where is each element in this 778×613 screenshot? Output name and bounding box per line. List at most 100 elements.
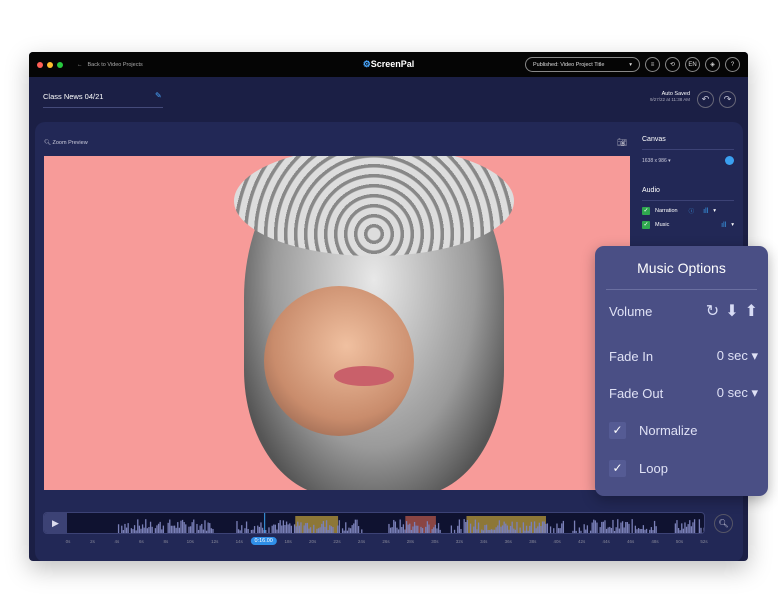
music-checkbox[interactable]: ✓: [642, 221, 650, 229]
waveform-bar: [204, 520, 206, 533]
waveform-bar: [492, 529, 494, 533]
help-button[interactable]: ?: [725, 57, 740, 72]
waveform-bar: [178, 527, 181, 533]
zoom-preview-button[interactable]: 🔍︎ Zoom Preview: [44, 140, 88, 146]
save-status: Auto Saved 9/27/22 at 11:38 AM: [650, 91, 690, 102]
reset-icon[interactable]: ↻: [706, 301, 719, 321]
waveform-bar: [433, 527, 435, 533]
project-title-input[interactable]: Class News 04/21: [43, 92, 163, 108]
volume-down-icon[interactable]: ⬇: [725, 301, 738, 321]
timeline-zoom-button[interactable]: 🔍︎: [714, 514, 733, 533]
normalize-checkbox[interactable]: ✓: [609, 422, 626, 439]
caret-down-icon[interactable]: ▾: [713, 208, 716, 214]
waveform-bar: [297, 521, 299, 533]
waveform-bar: [250, 529, 253, 533]
waveform-bar: [293, 524, 296, 533]
waveform-bar: [634, 525, 637, 533]
play-button[interactable]: ▶: [44, 513, 67, 533]
logo-icon: ⚙: [362, 59, 371, 69]
captions-button[interactable]: ≡: [645, 57, 660, 72]
waveform-bar: [605, 528, 608, 533]
tick-label: 44s: [602, 539, 610, 544]
waveform-bar: [125, 527, 128, 533]
history-button[interactable]: ⟲: [665, 57, 680, 72]
waveform-bar: [538, 522, 541, 533]
undo-button[interactable]: ↶: [697, 91, 714, 108]
top-bar: ← Back to Video Projects ⚙ScreenPal Publi…: [29, 52, 748, 77]
waveform-bar: [138, 525, 141, 533]
waveform-bar: [457, 525, 459, 533]
publish-select[interactable]: Published: Video Project Title ▾: [525, 57, 640, 72]
canvas-color-swatch[interactable]: [725, 156, 734, 165]
tick-label: 26s: [382, 539, 390, 544]
waveform-bar: [143, 527, 145, 533]
language-button[interactable]: EN: [685, 57, 700, 72]
waveform-bar: [133, 525, 136, 533]
waveform-bar: [156, 525, 158, 533]
waveform-bar: [412, 526, 414, 533]
narration-checkbox[interactable]: ✓: [642, 207, 650, 215]
tick-label: 34s: [480, 539, 488, 544]
waveform-bar: [505, 523, 507, 533]
tick-label: 4s: [114, 539, 120, 544]
maximize-window-button[interactable]: [57, 61, 63, 68]
fade-in-select[interactable]: 0 sec ▾: [717, 348, 758, 364]
close-window-button[interactable]: [37, 61, 43, 68]
waveform-bar: [361, 529, 363, 533]
waveform-bar: [463, 519, 465, 533]
info-icon[interactable]: ⓘ: [689, 207, 695, 215]
waveform-bar: [127, 523, 129, 533]
waveform-bar: [353, 523, 355, 533]
waveform-bar: [644, 529, 646, 533]
back-link[interactable]: ← Back to Video Projects: [77, 62, 143, 68]
redo-button[interactable]: ↷: [719, 91, 736, 108]
volume-up-icon[interactable]: ⬆: [745, 301, 758, 321]
zoom-preview-label: Zoom Preview: [52, 140, 88, 146]
waveform-bar: [437, 523, 440, 533]
waveform-bar: [397, 529, 400, 533]
waveform-bar: [149, 521, 152, 533]
waveform-bar: [458, 519, 461, 533]
current-time-badge[interactable]: 0:16.00: [250, 537, 277, 545]
waveform-bar: [260, 522, 262, 533]
volume-bars-icon[interactable]: ıll: [721, 222, 726, 229]
video-preview[interactable]: [44, 156, 630, 490]
waveform-bar: [649, 529, 651, 533]
waveform-bar: [434, 524, 437, 533]
audio-track-narration: ✓ Narration ⓘ ıll ▾: [642, 207, 734, 215]
timeline-track[interactable]: ▶: [43, 512, 705, 534]
fade-in-value: 0 sec: [716, 348, 748, 363]
waveform-bar: [167, 522, 169, 533]
volume-bars-icon[interactable]: ıll: [703, 208, 708, 215]
waveform-bar: [546, 523, 549, 533]
waveform-bar: [484, 525, 486, 533]
waveform-bar: [122, 530, 125, 533]
waveform-bar: [337, 525, 339, 533]
loop-checkbox[interactable]: ✓: [609, 460, 626, 477]
tick-label: 36s: [504, 539, 512, 544]
waveform-bar: [625, 521, 627, 533]
waveform-bar: [514, 529, 517, 533]
minimize-window-button[interactable]: [47, 61, 53, 68]
resolution-select[interactable]: 1638 x 986 ▾: [642, 158, 671, 164]
tick-label: 32s: [455, 539, 463, 544]
waveform-bar: [425, 526, 427, 533]
waveform-bar: [306, 522, 309, 533]
edit-icon[interactable]: ✎: [155, 91, 162, 100]
camera-icon[interactable]: 📷︎: [617, 138, 627, 147]
waveform-bar: [474, 519, 477, 533]
waveform-bar: [594, 520, 597, 533]
saved-time: 9/27/22 at 11:38 AM: [650, 97, 690, 102]
waveform-bar: [497, 525, 499, 533]
history-icon: ⟲: [669, 62, 676, 68]
waveform-bar: [268, 527, 270, 533]
waveform-bar: [684, 522, 686, 533]
waveform-bar: [338, 520, 341, 533]
fade-out-select[interactable]: 0 sec ▾: [717, 385, 758, 401]
caret-down-icon[interactable]: ▾: [731, 222, 734, 228]
waveform-bar: [404, 529, 406, 533]
waveform-bar: [652, 530, 654, 533]
music-options-popover: Music Options Volume ↻ ⬇ ⬆ Fade In 0 sec ▾ F…: [595, 246, 768, 496]
layers-button[interactable]: ◈: [705, 57, 720, 72]
waveform-bar: [402, 524, 405, 533]
